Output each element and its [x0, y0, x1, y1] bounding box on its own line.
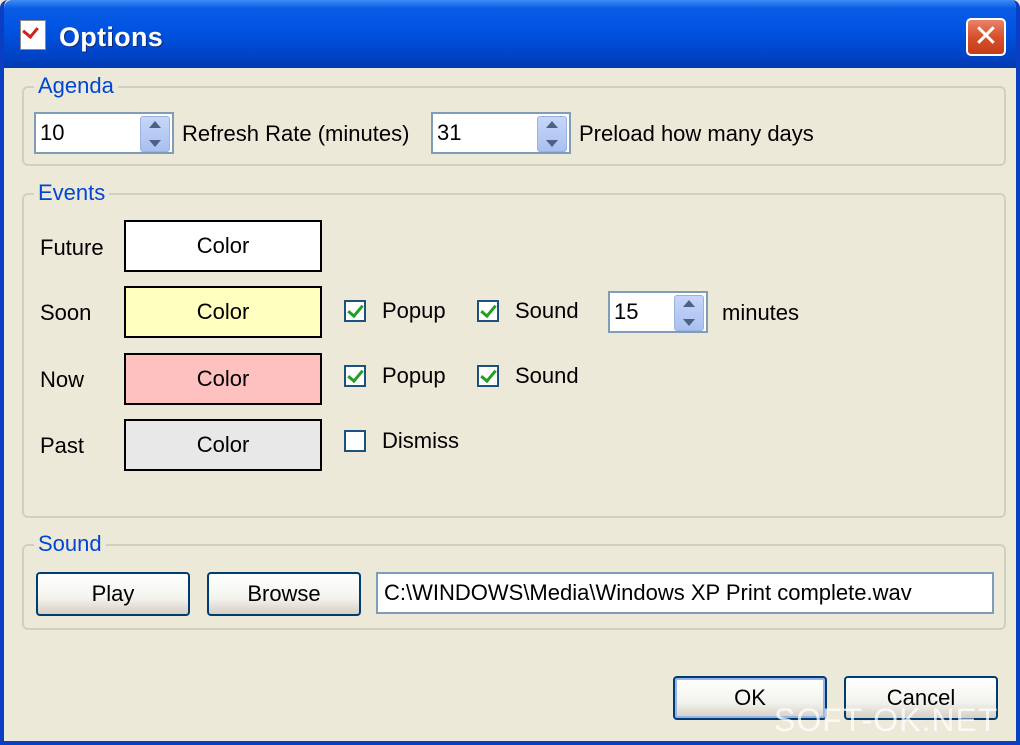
refresh-rate-label: Refresh Rate (minutes)	[182, 121, 410, 146]
minutes-label: minutes	[722, 300, 800, 325]
preload-days-spinner[interactable]: 31	[431, 112, 571, 154]
agenda-legend: Agenda	[34, 73, 118, 99]
browse-button[interactable]: Browse	[207, 572, 361, 616]
now-sound-checkbox[interactable]	[477, 365, 499, 387]
soon-minutes-arrows[interactable]	[674, 295, 704, 331]
refresh-rate-value[interactable]: 10	[40, 120, 64, 146]
future-label: Future	[40, 235, 104, 260]
future-color-button[interactable]: Color	[124, 220, 322, 272]
soon-sound-checkbox[interactable]	[477, 300, 499, 322]
now-sound-label[interactable]: Sound	[515, 363, 579, 389]
title-bar[interactable]: Options ✕	[4, 0, 1016, 68]
app-icon	[20, 20, 46, 50]
past-label: Past	[40, 433, 85, 458]
spin-up-icon[interactable]	[683, 300, 695, 307]
soon-color-button[interactable]: Color	[124, 286, 322, 338]
refresh-rate-spinner[interactable]: 10	[34, 112, 174, 154]
preload-days-arrows[interactable]	[537, 116, 567, 152]
preload-days-value[interactable]: 31	[437, 120, 461, 146]
soon-minutes-value[interactable]: 15	[614, 299, 638, 325]
now-color-button[interactable]: Color	[124, 353, 322, 405]
spin-down-icon[interactable]	[546, 140, 558, 147]
now-popup-label[interactable]: Popup	[382, 363, 446, 389]
soon-label: Soon	[40, 300, 92, 325]
sound-file-path-field[interactable]: C:\WINDOWS\Media\Windows XP Print comple…	[376, 572, 994, 614]
spin-down-icon[interactable]	[149, 140, 161, 147]
spin-up-icon[interactable]	[546, 121, 558, 128]
events-legend: Events	[34, 180, 110, 206]
past-dismiss-checkbox[interactable]	[344, 430, 366, 452]
play-button[interactable]: Play	[36, 572, 190, 616]
soon-sound-label[interactable]: Sound	[515, 298, 579, 324]
sound-legend: Sound	[34, 531, 106, 557]
refresh-rate-arrows[interactable]	[140, 116, 170, 152]
soon-popup-checkbox[interactable]	[344, 300, 366, 322]
soon-minutes-spinner[interactable]: 15	[608, 291, 708, 333]
now-popup-checkbox[interactable]	[344, 365, 366, 387]
window-title: Options	[59, 22, 164, 52]
spin-down-icon[interactable]	[683, 319, 695, 326]
spin-up-icon[interactable]	[149, 121, 161, 128]
past-dismiss-label[interactable]: Dismiss	[382, 428, 459, 454]
preload-days-label: Preload how many days	[579, 121, 814, 146]
past-color-button[interactable]: Color	[124, 419, 322, 471]
close-button[interactable]: ✕	[966, 18, 1006, 56]
now-label: Now	[40, 367, 85, 392]
soon-popup-label[interactable]: Popup	[382, 298, 446, 324]
options-window: Options ✕ Agenda 10 Refresh Rate (minute…	[0, 0, 1020, 745]
watermark: SOFT-OK.NET	[774, 702, 999, 738]
close-icon: ✕	[973, 20, 999, 53]
